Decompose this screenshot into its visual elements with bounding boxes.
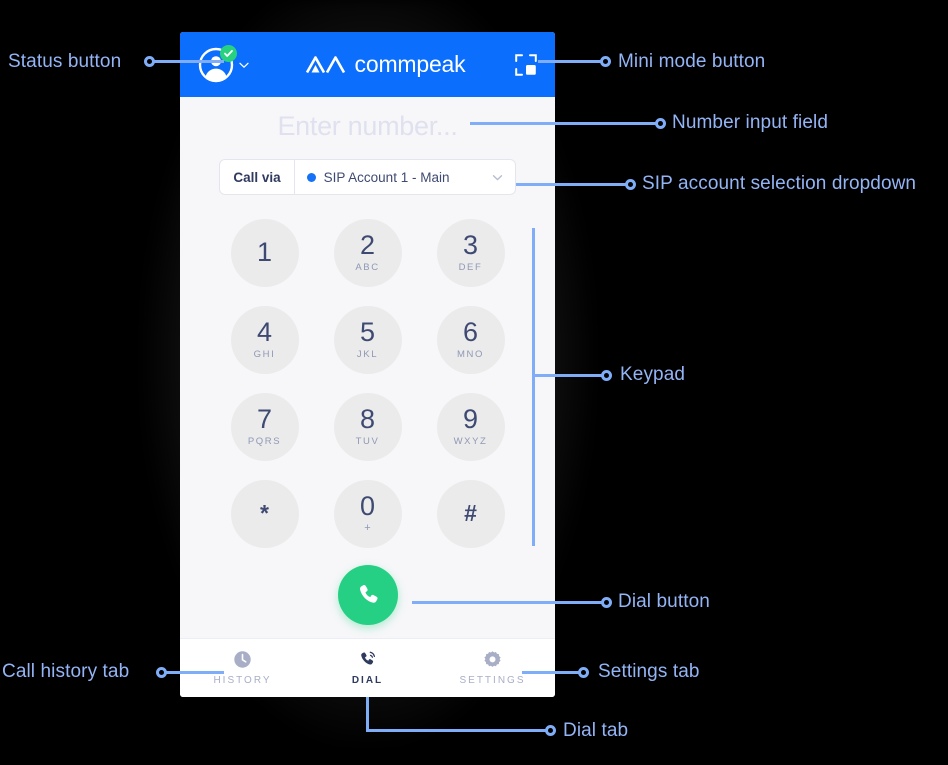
keypad-key-digit: 0 (359, 491, 376, 521)
keypad-key-3[interactable]: 3 DEF (436, 218, 505, 287)
keypad-key-star[interactable]: * (230, 479, 299, 548)
tab-label-dial: DIAL (351, 675, 384, 686)
annotation-label-settings-tab: Settings tab (598, 661, 700, 682)
annotation-line-status-button (154, 60, 224, 63)
keypad-key-digit: 3 (462, 230, 479, 261)
keypad-key-letters: ABC (355, 262, 380, 274)
keypad-key-letters: GHI (253, 349, 276, 361)
keypad-key-letters: MNO (457, 349, 484, 361)
keypad-key-digit: 6 (462, 317, 479, 348)
keypad-key-5[interactable]: 5 JKL (333, 305, 402, 374)
mini-mode-button[interactable] (515, 53, 537, 76)
chevron-down-icon (239, 62, 249, 68)
number-input-field[interactable]: Enter number... (180, 97, 555, 155)
sidebar-item-dial[interactable]: DIAL (305, 650, 430, 686)
keypad-key-letters: TUV (355, 436, 380, 448)
keypad-key-0[interactable]: 0 + (333, 479, 402, 548)
sidebar-item-history[interactable]: HISTORY (180, 650, 305, 686)
keypad-key-letters: JKL (356, 349, 379, 361)
keypad-key-digit: 4 (256, 317, 273, 348)
phone-icon (359, 584, 378, 603)
status-button[interactable] (198, 44, 250, 83)
commpeak-logo-icon (305, 55, 345, 73)
keypad-key-7[interactable]: 7 PQRS (230, 392, 299, 461)
brand-name: commpeak (354, 51, 466, 77)
keypad-key-2[interactable]: 2 ABC (333, 218, 402, 287)
annotation-dot-number-input (655, 118, 666, 129)
keypad-key-6[interactable]: 6 MNO (436, 305, 505, 374)
annotation-label-number-input-field: Number input field (672, 112, 828, 133)
keypad-key-digit: # (464, 500, 477, 526)
tab-bar: HISTORY DIAL SETTINGS (180, 638, 555, 697)
annotation-label-mini-mode-button: Mini mode button (618, 51, 766, 72)
annotation-bracket-keypad (532, 228, 535, 546)
annotation-dot-mini-mode (600, 56, 611, 67)
keypad-key-letters: DEF (458, 262, 483, 274)
annotation-label-call-history-tab: Call history tab (2, 661, 130, 682)
app-header: commpeak (180, 32, 555, 97)
annotation-dot-dial-button (601, 597, 612, 608)
annotation-line-sip-dropdown (516, 183, 626, 186)
keypad-key-4[interactable]: 4 GHI (230, 305, 299, 374)
call-via-label: Call via (220, 160, 295, 194)
keypad-key-hash[interactable]: # (436, 479, 505, 548)
keypad-key-letters: WXYZ (453, 436, 488, 448)
call-via-control: Call via SIP Account 1 - Main (219, 159, 516, 195)
phone-call-icon (361, 651, 376, 665)
clock-icon (234, 651, 251, 668)
keypad-grid: 1 2 ABC 3 DEF 4 GHI 5 JKL 6 MNO 7 PQRS 8 TUV 9 WXYZ * 0 + # (213, 209, 522, 557)
keypad: 1 2 ABC 3 DEF 4 GHI 5 JKL 6 MNO 7 PQRS 8 TUV 9 WXYZ * 0 + # (180, 195, 555, 638)
brand-logo: commpeak (305, 51, 466, 78)
sip-account-name: SIP Account 1 - Main (323, 169, 450, 185)
keypad-key-8[interactable]: 8 TUV (333, 392, 402, 461)
tab-label-history: HISTORY (213, 675, 272, 686)
tab-label-settings: SETTINGS (459, 675, 526, 686)
keypad-key-digit: 1 (256, 237, 273, 267)
annotation-label-keypad: Keypad (620, 364, 686, 385)
keypad-key-digit: 5 (359, 317, 376, 348)
sip-status-dot-icon (306, 172, 316, 182)
keypad-key-digit: 9 (462, 404, 479, 435)
annotation-dot-keypad (601, 370, 612, 381)
keypad-key-digit: * (260, 500, 269, 526)
annotation-label-status-button: Status button (8, 51, 122, 72)
annotation-dot-dial-tab (545, 725, 556, 736)
dial-button[interactable] (337, 565, 398, 625)
number-input-placeholder: Enter number... (277, 110, 458, 141)
keypad-key-letters: PQRS (247, 436, 282, 448)
dial-button-wrap (337, 565, 398, 625)
sip-account-dropdown[interactable]: SIP Account 1 - Main (295, 160, 515, 194)
annotation-line-dial-tab-horizontal (366, 729, 550, 732)
annotation-line-number-input (470, 122, 662, 125)
annotation-line-mini-mode (538, 60, 606, 63)
keypad-key-1[interactable]: 1 (230, 218, 299, 287)
mini-mode-icon (515, 53, 537, 76)
annotation-line-dial-button (412, 601, 604, 604)
annotation-line-call-history-tab (166, 671, 224, 674)
check-badge-icon (220, 44, 237, 62)
avatar (198, 44, 237, 83)
keypad-key-9[interactable]: 9 WXYZ (436, 392, 505, 461)
annotation-label-sip-dropdown: SIP account selection dropdown (642, 173, 917, 194)
annotation-line-dial-tab-vertical (366, 697, 369, 731)
keypad-key-letters: + (364, 522, 371, 534)
keypad-key-digit: 7 (256, 404, 273, 435)
annotation-dot-settings-tab (578, 667, 589, 678)
keypad-key-digit: 2 (359, 230, 376, 261)
gear-icon (484, 651, 501, 667)
annotation-dot-sip-dropdown (625, 179, 636, 190)
keypad-key-digit: 8 (359, 404, 376, 435)
call-via-row: Call via SIP Account 1 - Main (180, 155, 555, 195)
chevron-down-icon (492, 174, 502, 180)
annotation-label-dial-tab: Dial tab (563, 720, 629, 741)
annotation-line-keypad (535, 374, 605, 377)
annotation-line-settings-tab (522, 671, 580, 674)
phone-app-window: commpeak Enter number... Call via SIP Ac… (180, 32, 555, 697)
sidebar-item-settings[interactable]: SETTINGS (430, 650, 555, 686)
annotation-label-dial-button: Dial button (618, 591, 710, 612)
